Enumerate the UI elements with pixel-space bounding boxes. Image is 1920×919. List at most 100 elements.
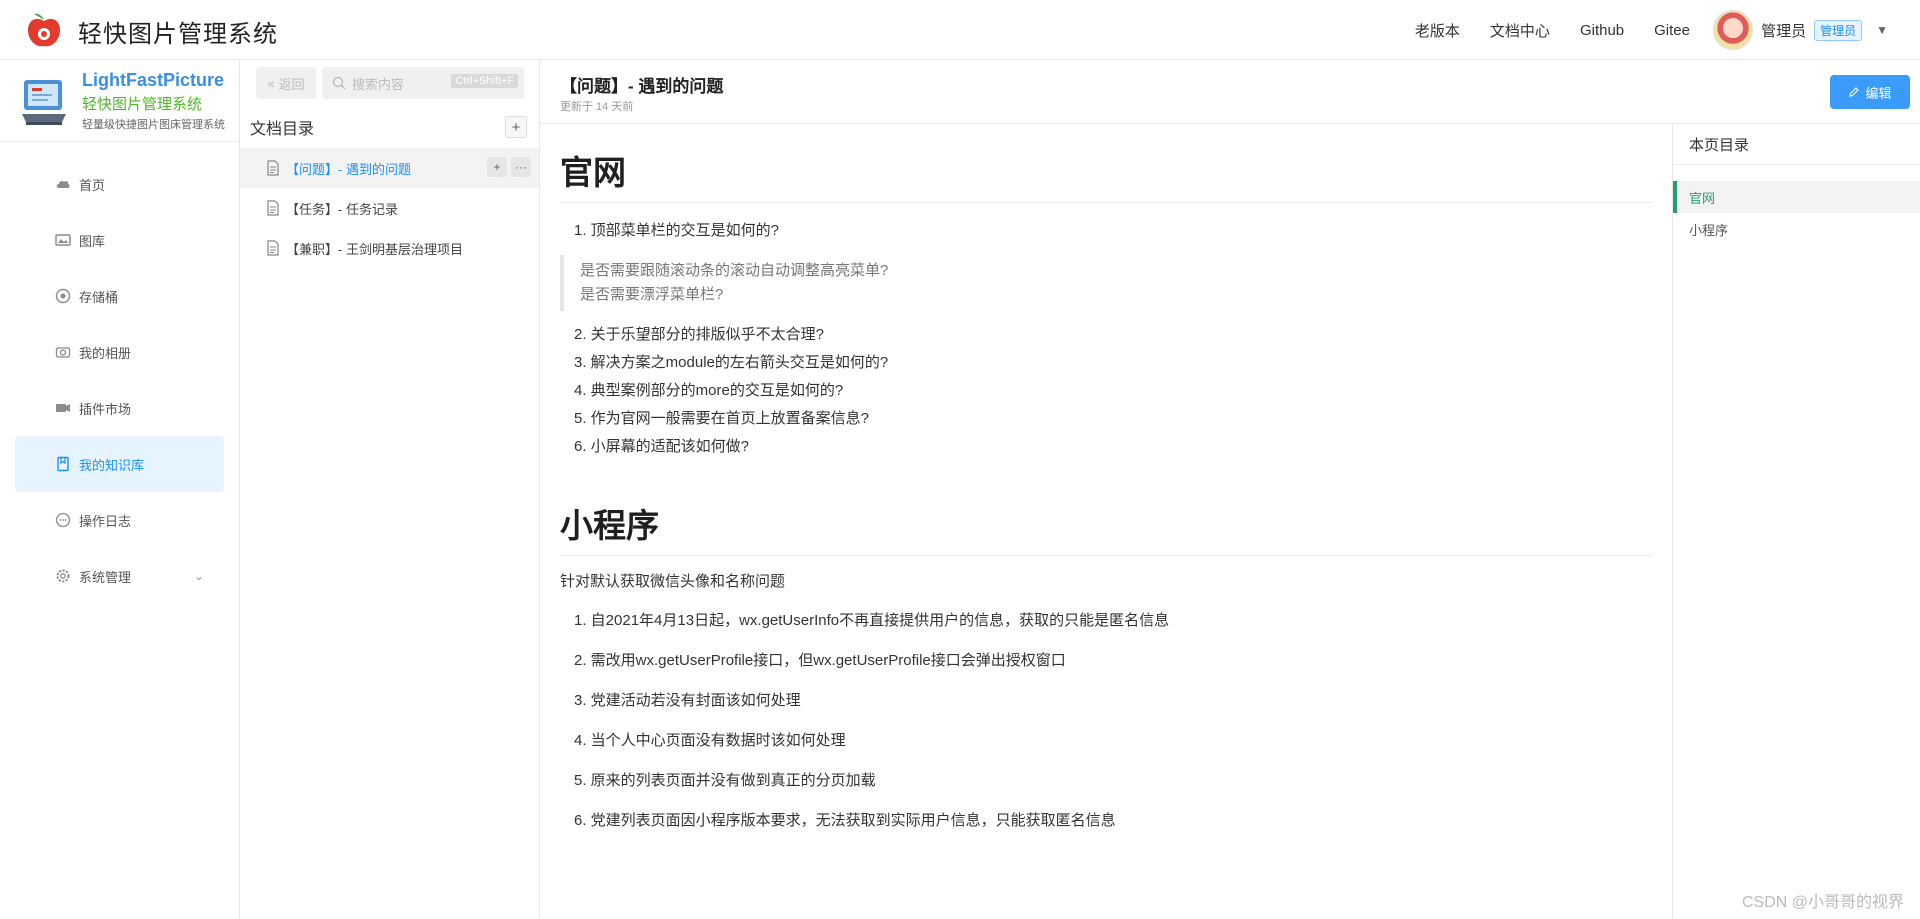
sidebar-item-label: 存储桶 xyxy=(79,289,119,305)
back-button[interactable]: « 返回 xyxy=(256,67,316,99)
doc-item-actions: + ··· xyxy=(487,157,531,177)
sidebar-item-album[interactable]: 我的相册 xyxy=(15,324,224,380)
file-icon xyxy=(267,160,279,176)
list-item: 4. 当个人中心页面没有数据时该如何处理 xyxy=(574,732,846,749)
sidebar-item-knowledge-base[interactable]: 我的知识库 xyxy=(15,436,224,492)
camera-icon xyxy=(55,344,71,360)
top-nav: 老版本 文档中心 Github Gitee xyxy=(1415,0,1690,60)
list-item: 2. 关于乐望部分的排版似乎不太合理? xyxy=(574,326,825,343)
file-icon xyxy=(267,240,279,256)
search-input[interactable]: 搜索内容 Ctrl+Shift+F xyxy=(322,67,524,99)
gear-icon xyxy=(55,568,71,584)
tree-title-label: 文档目录 xyxy=(250,121,315,138)
top-header: 轻快图片管理系统 老版本 文档中心 Github Gitee 管理员 管理员 ▼ xyxy=(0,0,1920,60)
toc-item[interactable]: 小程序 xyxy=(1673,213,1920,245)
search-placeholder: 搜索内容 xyxy=(352,76,405,92)
doc-tools: « 返回 搜索内容 Ctrl+Shift+F xyxy=(240,60,539,106)
toc-item[interactable]: 官网 xyxy=(1673,181,1920,213)
back-label: 返回 xyxy=(278,76,305,92)
toc-title: 本页目录 xyxy=(1673,124,1920,165)
section-heading: 小程序 xyxy=(560,477,1652,556)
sidebar-item-gallery[interactable]: 图库 xyxy=(15,212,224,268)
sidebar-item-operation-log[interactable]: 操作日志 xyxy=(15,492,224,548)
list-item: 3. 党建活动若没有封面该如何处理 xyxy=(574,692,801,709)
watermark: CSDN @小哥哥的视界 xyxy=(1741,894,1904,911)
doc-content: 官网 1. 顶部菜单栏的交互是如何的? 是否需要跟随滚动条的滚动自动调整高亮菜单… xyxy=(560,124,1652,919)
quote-line: 是否需要漂浮菜单栏? xyxy=(580,286,724,303)
list-item: 6. 小屏幕的适配该如何做? xyxy=(574,438,750,455)
brand-name: LightFastPicture xyxy=(82,70,225,90)
role-badge: 管理员 xyxy=(1814,19,1863,41)
more-button[interactable]: ··· xyxy=(511,157,531,177)
ordered-list: 2. 关于乐望部分的排版似乎不太合理? 3. 解决方案之module的左右箭头交… xyxy=(560,321,1652,461)
sidebar-item-bucket[interactable]: 存储桶 xyxy=(15,268,224,324)
nav-old-version[interactable]: 老版本 xyxy=(1415,20,1460,41)
edit-label: 编辑 xyxy=(1865,85,1892,101)
ordered-list: 1. 顶部菜单栏的交互是如何的? xyxy=(560,217,1652,245)
bucket-icon xyxy=(55,288,71,304)
sidebar-item-label: 我的相册 xyxy=(79,345,132,361)
chat-icon xyxy=(55,512,71,528)
search-shortcut: Ctrl+Shift+F xyxy=(451,74,518,88)
sidebar-item-label: 插件市场 xyxy=(79,401,132,417)
add-child-button[interactable]: + xyxy=(487,157,507,177)
list-item: 6. 党建列表页面因小程序版本要求，无法获取到实际用户信息，只能获取匿名信息 xyxy=(574,812,1116,829)
doc-title: 【问题】- 遇到的问题 xyxy=(560,77,724,96)
image-icon xyxy=(55,232,71,248)
doc-updated: 更新于 14 天前 xyxy=(560,101,634,113)
add-doc-button[interactable]: + xyxy=(505,116,527,138)
plugin-icon xyxy=(55,400,71,416)
sidebar-item-label: 首页 xyxy=(79,177,106,193)
brand-subtitle: 轻快图片管理系统 xyxy=(82,96,203,113)
search-icon xyxy=(332,76,346,90)
doc-tree-item[interactable]: 【兼职】- 王剑明基层治理项目 xyxy=(240,228,539,268)
doc-tree-label: 【任务】- 任务记录 xyxy=(286,201,398,217)
sidebar-item-label: 我的知识库 xyxy=(79,457,145,473)
nav-gitee[interactable]: Gitee xyxy=(1654,22,1690,39)
doc-tree-label: 【问题】- 遇到的问题 xyxy=(286,161,411,177)
blockquote: 是否需要跟随滚动条的滚动自动调整高亮菜单? 是否需要漂浮菜单栏? xyxy=(560,255,1652,311)
edit-button[interactable]: 编辑 xyxy=(1830,75,1910,109)
sidebar-menu: 首页 图库 存储桶 我的相册 插件市场 我的知识库 操作日志 系统管理 ⌄ xyxy=(0,142,239,604)
toc-list: 官网 小程序 xyxy=(1673,165,1920,245)
sidebar-item-plugins[interactable]: 插件市场 xyxy=(15,380,224,436)
list-item: 4. 典型案例部分的more的交互是如何的? xyxy=(574,382,844,399)
cloud-icon xyxy=(55,176,71,192)
list-item: 1. 顶部菜单栏的交互是如何的? xyxy=(574,222,780,239)
sidebar-item-system[interactable]: 系统管理 ⌄ xyxy=(15,548,224,604)
caret-down-icon[interactable]: ▼ xyxy=(1876,23,1888,37)
chevron-down-icon[interactable]: ⌄ xyxy=(194,569,204,583)
doc-tree-label: 【兼职】- 王剑明基层治理项目 xyxy=(286,241,463,257)
list-item: 5. 原来的列表页面并没有做到真正的分页加载 xyxy=(574,772,876,789)
app-title: 轻快图片管理系统 xyxy=(78,21,278,48)
quote-line: 是否需要跟随滚动条的滚动自动调整高亮菜单? xyxy=(580,262,889,279)
doc-header: 【问题】- 遇到的问题 更新于 14 天前 编辑 xyxy=(540,60,1920,124)
nav-github[interactable]: Github xyxy=(1580,22,1624,39)
list-item: 3. 解决方案之module的左右箭头交互是如何的? xyxy=(574,354,889,371)
doc-tree-panel: « 返回 搜索内容 Ctrl+Shift+F 文档目录 + 【问题】- 遇到的问… xyxy=(240,60,540,919)
nav-doc-center[interactable]: 文档中心 xyxy=(1490,20,1550,41)
computer-logo-icon xyxy=(22,80,66,125)
section-heading: 官网 xyxy=(560,124,1652,203)
doc-tree-item[interactable]: 【任务】- 任务记录 xyxy=(240,188,539,228)
sidebar-item-label: 图库 xyxy=(79,233,106,249)
sidebar-item-home[interactable]: 首页 xyxy=(15,156,224,212)
list-item: 5. 作为官网一般需要在首页上放置备案信息? xyxy=(574,410,870,427)
ordered-list: 1. 自2021年4月13日起，wx.getUserInfo不再直接提供用户的信… xyxy=(560,611,1652,831)
apple-logo-icon[interactable] xyxy=(22,8,66,52)
paragraph: 针对默认获取微信头像和名称问题 xyxy=(560,573,786,590)
user-name: 管理员 xyxy=(1761,22,1807,40)
doc-tree-title: 文档目录 + xyxy=(240,106,539,148)
sidebar-item-label: 操作日志 xyxy=(79,513,132,529)
doc-tree-item[interactable]: 【问题】- 遇到的问题 + ··· xyxy=(240,148,539,188)
doc-tree: 【问题】- 遇到的问题 + ··· 【任务】- 任务记录 【兼职】- 王剑明基层… xyxy=(240,148,539,268)
sidebar: LightFastPicture 轻快图片管理系统 轻量级快捷图片图床管理系统 … xyxy=(0,60,240,919)
list-item: 1. 自2021年4月13日起，wx.getUserInfo不再直接提供用户的信… xyxy=(574,612,1170,629)
page-toc: 本页目录 官网 小程序 xyxy=(1672,124,1920,919)
file-icon xyxy=(267,200,279,216)
list-item: 2. 需改用wx.getUserProfile接口，但wx.getUserPro… xyxy=(574,652,1066,669)
avatar[interactable] xyxy=(1713,10,1754,50)
user-menu[interactable]: 管理员 管理员 ▼ xyxy=(1713,10,1888,50)
double-left-icon: « xyxy=(267,75,275,91)
sidebar-item-label: 系统管理 xyxy=(79,569,132,585)
